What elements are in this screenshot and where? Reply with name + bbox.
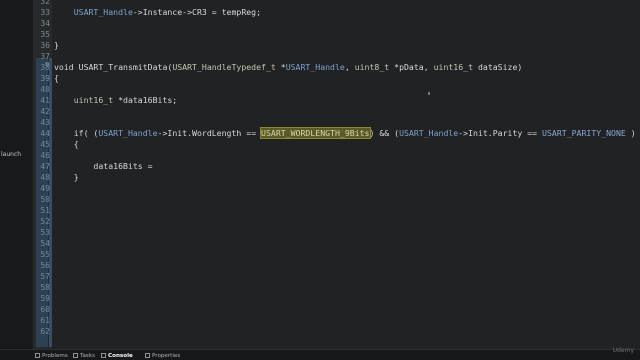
- tab-console-label: Console: [108, 353, 133, 359]
- tasks-icon: [73, 353, 78, 358]
- tab-properties[interactable]: Properties: [145, 352, 180, 360]
- line-number: 58: [40, 283, 50, 292]
- watermark-logo: Udemy: [612, 347, 634, 354]
- line-number: 47: [40, 162, 50, 171]
- line-number: 59: [40, 294, 50, 303]
- line-number: 41: [40, 96, 50, 105]
- line-number: 48: [40, 173, 50, 182]
- line-number: 53: [40, 228, 50, 237]
- code-line[interactable]: if( (USART_Handle->Init.WordLength == US…: [54, 127, 640, 139]
- code-line[interactable]: data16Bits =: [54, 161, 152, 172]
- code-line[interactable]: USART_Handle->Instance->CR3 = tempReg;: [54, 7, 261, 18]
- line-number: 33: [40, 8, 50, 17]
- line-number: 57: [40, 272, 50, 281]
- line-number: 52: [40, 217, 50, 226]
- project-item-launch[interactable]: launch: [1, 151, 21, 158]
- tab-problems-label: Problems: [42, 353, 68, 359]
- problems-icon: [35, 353, 40, 358]
- line-number: 62: [40, 327, 50, 336]
- bottom-panel-tabs: Problems Tasks Console Properties: [0, 349, 640, 360]
- tab-properties-label: Properties: [152, 353, 181, 359]
- code-line[interactable]: uint16_t *data16Bits;: [54, 95, 178, 106]
- line-number: 46: [40, 151, 50, 160]
- line-number: 43: [40, 118, 50, 127]
- line-number: 61: [40, 316, 50, 325]
- line-number: 39: [40, 74, 50, 83]
- code-line[interactable]: void USART_TransmitData(USART_HandleType…: [54, 62, 522, 73]
- line-number: 50: [40, 195, 50, 204]
- tab-console[interactable]: Console: [101, 352, 133, 360]
- code-line[interactable]: {: [54, 139, 79, 150]
- text-cursor-marker: [428, 92, 430, 95]
- line-number: 42: [40, 107, 50, 116]
- tab-tasks[interactable]: Tasks: [73, 352, 95, 360]
- line-number: 36: [40, 41, 50, 50]
- code-line[interactable]: }: [54, 40, 59, 51]
- code-line[interactable]: }: [54, 172, 79, 183]
- line-number: 56: [40, 261, 50, 270]
- line-number: 34: [40, 19, 50, 28]
- project-explorer-panel[interactable]: launch: [0, 0, 34, 349]
- tab-tasks-label: Tasks: [80, 353, 95, 359]
- line-number: 60: [40, 305, 50, 314]
- line-number: 54: [40, 239, 50, 248]
- line-number: 44: [40, 129, 50, 138]
- fold-collapse-icon[interactable]: ⊖: [45, 60, 49, 68]
- ide-window: launch 32 33 34 35 36 37 38 39 40 41 42 43 44 45 46 47 4…: [0, 0, 640, 360]
- line-number: 49: [40, 184, 50, 193]
- line-number: 55: [40, 250, 50, 259]
- code-line[interactable]: {: [54, 73, 59, 84]
- console-icon: [101, 353, 106, 358]
- properties-icon: [145, 353, 150, 358]
- line-number: 32: [40, 0, 50, 6]
- line-number: 51: [40, 206, 50, 215]
- line-number: 40: [40, 85, 50, 94]
- tab-problems[interactable]: Problems: [35, 352, 68, 360]
- line-number: 35: [40, 30, 50, 39]
- line-number: 45: [40, 140, 50, 149]
